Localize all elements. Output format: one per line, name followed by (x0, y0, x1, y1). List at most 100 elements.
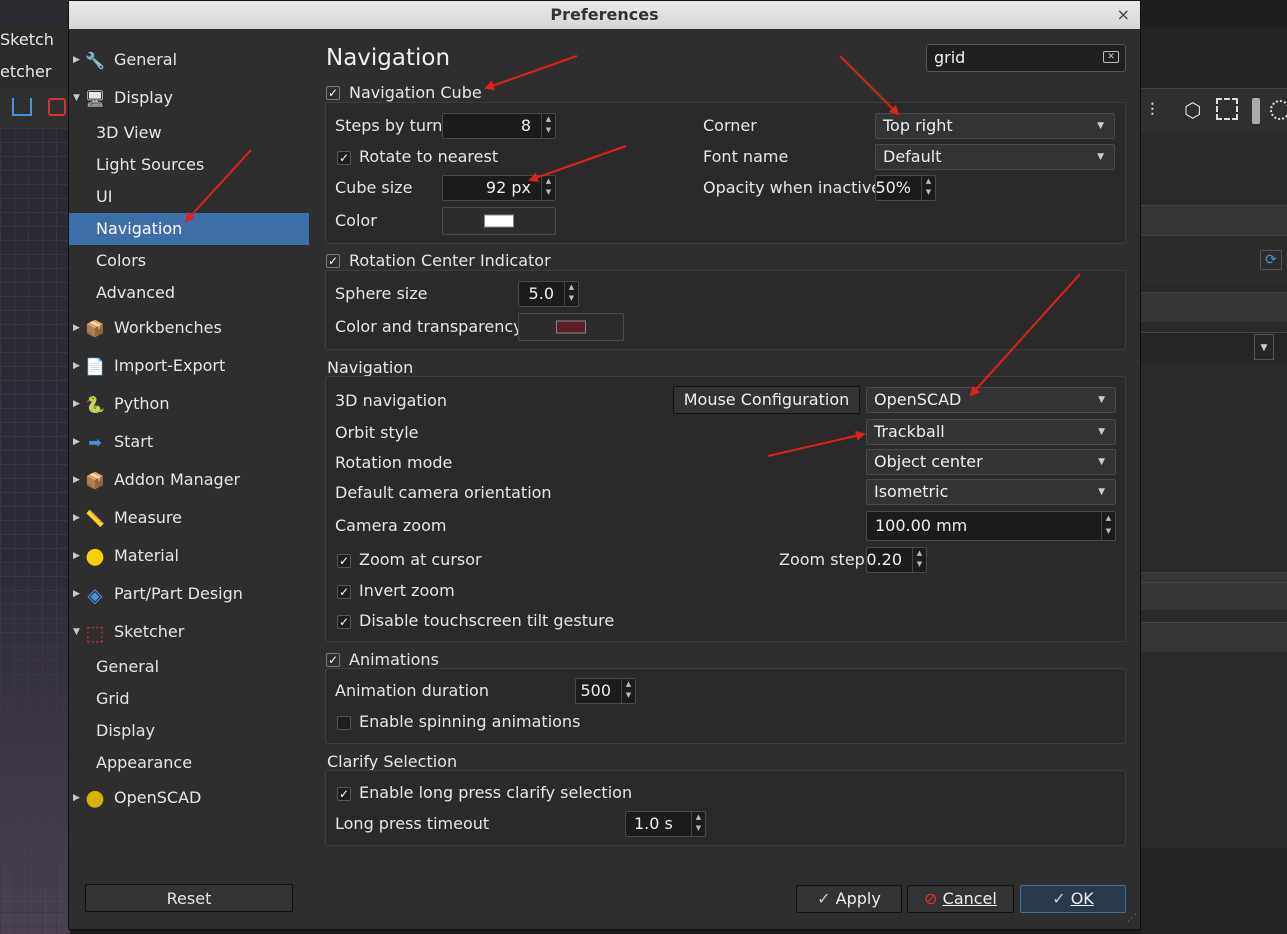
collapse-arrow-icon[interactable]: ▼ (73, 616, 80, 648)
spin-arrows-icon[interactable]: ▲ ▼ (921, 176, 935, 200)
report-icon[interactable] (48, 98, 66, 116)
toolbar-constraint-icon[interactable]: ⫶ (1150, 100, 1155, 121)
tree-item-sketcher-general[interactable]: General (69, 651, 309, 683)
cube-size-value: 92 px (485, 178, 531, 197)
tree-item-light-sources[interactable]: Light Sources (69, 149, 309, 181)
tree-item-advanced[interactable]: Advanced (69, 277, 309, 309)
rotation-center-checkbox[interactable]: ✓ (326, 254, 340, 268)
rotation-color-swatch (556, 320, 586, 334)
color-transparency-button[interactable] (518, 313, 624, 341)
expand-arrow-icon[interactable]: ▶ (73, 502, 80, 534)
search-input[interactable]: grid ✕ (926, 44, 1126, 72)
opacity-spinbox[interactable]: 50% ▲ ▼ (875, 175, 936, 201)
cube-color-button[interactable] (442, 207, 556, 235)
cancel-button[interactable]: ⊘ Cancel (907, 885, 1014, 913)
rotation-mode-select[interactable]: Object center ▼ (866, 449, 1116, 475)
tree-item-general[interactable]: ▶ 🔧 General (69, 44, 309, 76)
expand-arrow-icon[interactable]: ▶ (73, 464, 80, 496)
spin-arrows-icon[interactable]: ▲ ▼ (912, 548, 926, 572)
orbit-style-select[interactable]: Trackball ▼ (866, 419, 1116, 445)
tree-item-navigation[interactable]: Navigation (69, 213, 309, 245)
clarify-selection-group: ✓ Enable long press clarify selection Lo… (325, 770, 1126, 846)
animation-duration-spinbox[interactable]: 500 ▲ ▼ (575, 678, 636, 704)
apply-button[interactable]: ✓ Apply (796, 885, 902, 913)
disable-tilt-checkbox[interactable]: ✓ (337, 615, 351, 629)
camera-orientation-select[interactable]: Isometric ▼ (866, 479, 1116, 505)
clear-search-icon[interactable]: ✕ (1103, 51, 1119, 63)
tree-item-label: Material (114, 546, 179, 565)
expand-arrow-icon[interactable]: ▶ (73, 540, 80, 572)
tree-item-label: Appearance (96, 753, 193, 772)
tree-item-label: OpenSCAD (114, 788, 202, 807)
tree-item-openscad[interactable]: ▶ ● OpenSCAD (69, 782, 309, 814)
tree-item-sketcher-appearance[interactable]: Appearance (69, 747, 309, 779)
mouse-configuration-button[interactable]: Mouse Configuration (673, 386, 860, 414)
camera-zoom-spinbox[interactable]: 100.00 mm ▲ ▼ (866, 511, 1116, 541)
long-press-timeout-spinbox[interactable]: 1.0 s ▲ ▼ (625, 811, 706, 837)
tree-item-3d-view[interactable]: 3D View (69, 117, 309, 149)
tree-item-measure[interactable]: ▶ 📏 Measure (69, 502, 309, 534)
resize-grip-icon[interactable]: ⋰ (1127, 913, 1137, 924)
refresh-icon[interactable]: ⟳ (1260, 250, 1282, 270)
cube-size-spinbox[interactable]: 92 px ▲ ▼ (442, 175, 556, 201)
expand-arrow-icon[interactable]: ▶ (73, 312, 80, 344)
spin-arrows-icon[interactable]: ▲ ▼ (564, 282, 578, 306)
long-press-clarify-checkbox[interactable]: ✓ (337, 787, 351, 801)
expand-arrow-icon[interactable]: ▶ (73, 578, 80, 610)
tree-item-label: Import-Export (114, 356, 226, 375)
tree-item-start[interactable]: ▶ ➡ Start (69, 426, 309, 458)
spin-arrows-icon[interactable]: ▲ ▼ (541, 114, 555, 138)
zoom-at-cursor-checkbox[interactable]: ✓ (337, 554, 351, 568)
expand-arrow-icon[interactable]: ▶ (73, 350, 80, 382)
spin-arrows-icon[interactable]: ▲ ▼ (1101, 512, 1115, 540)
checkmark-icon: ✓ (1052, 889, 1066, 908)
invert-zoom-checkbox[interactable]: ✓ (337, 585, 351, 599)
close-icon[interactable]: × (1117, 1, 1130, 29)
spinning-animations-checkbox[interactable] (337, 716, 351, 730)
toolbar-select-box-icon[interactable] (1216, 98, 1238, 120)
tree-item-import-export[interactable]: ▶ 📄 Import-Export (69, 350, 309, 382)
spin-arrows-icon[interactable]: ▲ ▼ (621, 679, 635, 703)
dropdown-arrow-icon[interactable]: ▼ (1254, 334, 1274, 360)
background-workbench-sketcher[interactable]: etcher (0, 57, 70, 87)
navigation-cube-checkbox[interactable]: ✓ (326, 86, 340, 100)
rotate-to-nearest-checkbox[interactable]: ✓ (337, 151, 351, 165)
tree-item-sketcher-grid[interactable]: Grid (69, 683, 309, 715)
tree-item-sketcher-display[interactable]: Display (69, 715, 309, 747)
toolbar-handle-icon[interactable] (1252, 98, 1260, 124)
zoom-step-spinbox[interactable]: 0.20 ▲ ▼ (866, 547, 927, 573)
zoom-step-label: Zoom step (779, 550, 865, 569)
font-name-select[interactable]: Default ▼ (875, 144, 1115, 170)
tree-item-sketcher[interactable]: ▼ ⬚ Sketcher (69, 616, 309, 648)
tree-item-addon-manager[interactable]: ▶ 📦 Addon Manager (69, 464, 309, 496)
ok-button[interactable]: ✓ OK (1020, 885, 1126, 913)
tree-item-part-design[interactable]: ▶ ◈ Part/Part Design (69, 578, 309, 610)
cube-color-swatch (484, 214, 514, 228)
toolbar-hexagon-icon[interactable]: ⬡ (1184, 98, 1201, 122)
tree-item-python[interactable]: ▶ 🐍 Python (69, 388, 309, 420)
sphere-size-spinbox[interactable]: 5.0 ▲ ▼ (518, 281, 579, 307)
spin-arrows-icon[interactable]: ▲ ▼ (691, 812, 705, 836)
dialog-title: Preferences (550, 5, 659, 24)
tree-item-display[interactable]: ▼ 🖥 Display (69, 82, 309, 114)
steps-by-turn-spinbox[interactable]: 8 ▲ ▼ (442, 113, 556, 139)
preferences-dialog: Preferences × ▶ 🔧 General ▼ 🖥 Display 3D… (68, 0, 1141, 930)
expand-arrow-icon[interactable]: ▶ (73, 426, 80, 458)
tree-item-colors[interactable]: Colors (69, 245, 309, 277)
3d-navigation-select[interactable]: OpenSCAD ▼ (866, 387, 1116, 413)
tree-item-material[interactable]: ▶ ● Material (69, 540, 309, 572)
tree-item-ui[interactable]: UI (69, 181, 309, 213)
expand-arrow-icon[interactable]: ▶ (73, 44, 80, 76)
animations-checkbox[interactable]: ✓ (326, 653, 340, 667)
background-menu-sketch[interactable]: Sketch (0, 25, 70, 55)
corner-select[interactable]: Top right ▼ (875, 113, 1115, 139)
collapse-arrow-icon[interactable]: ▼ (73, 82, 80, 114)
expand-arrow-icon[interactable]: ▶ (73, 782, 80, 814)
toolbar-circle-icon[interactable] (1270, 100, 1287, 120)
spin-arrows-icon[interactable]: ▲ ▼ (541, 176, 555, 200)
long-press-timeout-value: 1.0 s (634, 814, 673, 833)
reset-button[interactable]: Reset (85, 884, 293, 912)
tree-item-workbenches[interactable]: ▶ 📦 Workbenches (69, 312, 309, 344)
expand-arrow-icon[interactable]: ▶ (73, 388, 80, 420)
export-icon[interactable] (12, 98, 32, 116)
